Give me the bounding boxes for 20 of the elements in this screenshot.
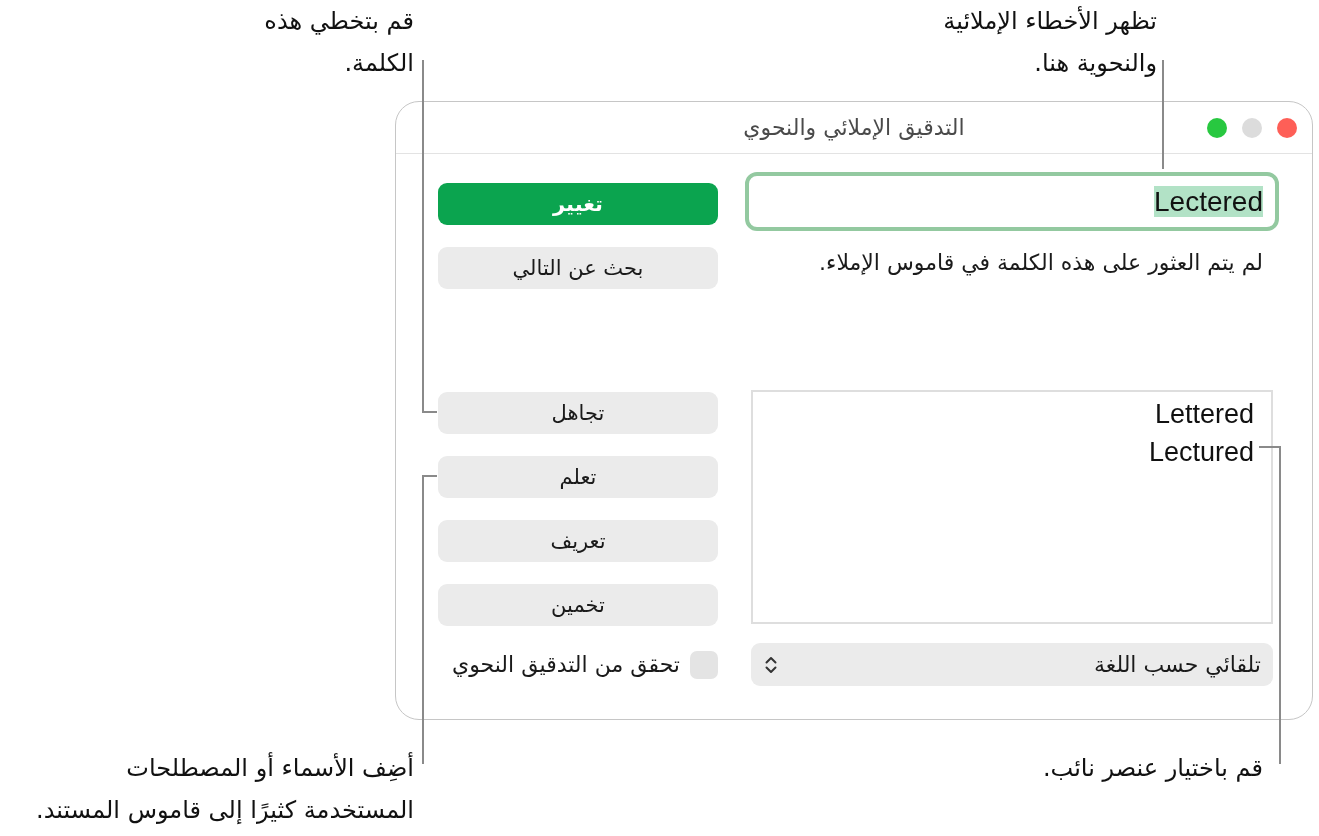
status-message: لم يتم العثور على هذه الكلمة في قاموس الإملاء. xyxy=(818,249,1263,278)
zoom-button[interactable] xyxy=(1207,117,1227,138)
suggestion-item[interactable]: Lectured xyxy=(753,433,1254,471)
checkbox-label[interactable]: تحقق من التدقيق النحوي xyxy=(451,648,680,682)
action-button[interactable]: تخمين xyxy=(438,584,718,626)
window-title: التدقيق الإملائي والنحوي xyxy=(743,113,965,143)
find-next-button[interactable]: بحث عن التالي xyxy=(438,247,718,289)
checkbox[interactable] xyxy=(690,651,718,679)
chevron-updown-icon xyxy=(765,655,777,674)
callout-text: قم بتخطي هذه الكلمة. xyxy=(264,6,414,79)
action-button[interactable]: تعلم xyxy=(438,456,718,498)
suggestion-item[interactable]: Lettered xyxy=(753,395,1254,433)
action-button[interactable]: تجاهل xyxy=(438,392,718,434)
callout-text: أضِف الأسماء أو المصطلحات المستخدمة كثيرًا إلى قاموس المستند. xyxy=(36,751,414,826)
action-button[interactable]: تعريف xyxy=(438,520,718,562)
language-popup[interactable]: تلقائي حسب اللغة xyxy=(751,643,1273,686)
callout-text: تظهر الأخطاء الإملائية والنحوية هنا. xyxy=(943,5,1157,79)
word-field[interactable]: Lectered xyxy=(745,172,1279,231)
callout-text: قم باختيار عنصر نائب. xyxy=(1042,753,1263,784)
close-button[interactable] xyxy=(1277,117,1297,138)
